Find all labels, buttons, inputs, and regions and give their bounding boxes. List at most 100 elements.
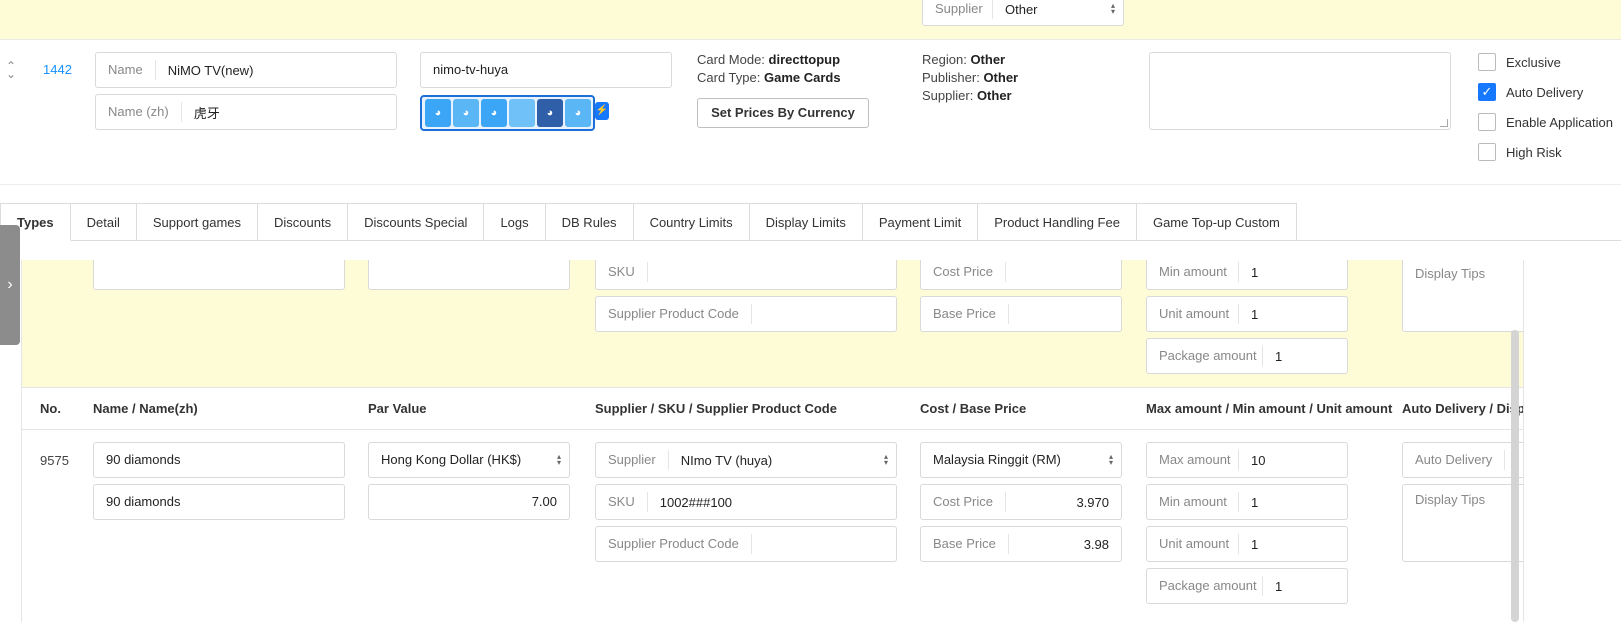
tab-support-games[interactable]: Support games bbox=[136, 203, 259, 241]
name-zh-label: Name (zh) bbox=[96, 102, 182, 122]
checkbox-label: Enable Application bbox=[1506, 114, 1613, 130]
card-mode-value: directtopup bbox=[768, 52, 841, 67]
table-header: No. Name / Name(zh) Par Value Supplier /… bbox=[22, 388, 1523, 430]
col-par-value: Par Value bbox=[368, 401, 427, 416]
collapse-icon[interactable]: ⌃ ⌄ bbox=[6, 60, 16, 80]
row-display-tips-textarea[interactable]: Display Tips bbox=[1402, 484, 1523, 562]
select-caret-icon: ▴ ▾ bbox=[1110, 1, 1115, 16]
tab-product-handling-fee[interactable]: Product Handling Fee bbox=[978, 203, 1137, 241]
new-base-price-field[interactable]: Base Price bbox=[920, 296, 1122, 332]
row-base-price-field[interactable]: Base Price 3.98 bbox=[920, 526, 1122, 562]
enable-application-checkbox[interactable]: Enable Application bbox=[1478, 113, 1613, 131]
max-amount-label: Max amount bbox=[1147, 450, 1239, 470]
package-amount-label: Package amount bbox=[1147, 346, 1263, 366]
supplier-value: NImo TV (huya) bbox=[680, 452, 773, 468]
supplier-label: Supplier bbox=[596, 450, 669, 470]
bot-icon[interactable]: ◕ bbox=[481, 99, 507, 127]
new-package-amount-field[interactable]: Package amount 1 bbox=[1146, 338, 1348, 374]
supplier-code-label: Supplier Product Code bbox=[596, 534, 752, 554]
region-label: Region: bbox=[922, 52, 967, 67]
product-name-zh-field[interactable]: Name (zh) 虎牙 bbox=[95, 94, 397, 130]
new-cost-price-field[interactable]: Cost Price bbox=[920, 260, 1122, 290]
row-name-zh-input[interactable]: 90 diamonds bbox=[93, 484, 345, 520]
row-unit-amount-field[interactable]: Unit amount 1 bbox=[1146, 526, 1348, 562]
product-icon-picker[interactable]: ◕ ◕ ◕ ◕ ◕ ⚡ bbox=[420, 95, 609, 131]
product-name-field[interactable]: Name NiMO TV(new) bbox=[95, 52, 397, 88]
card-info: Card Mode: directtopup Card Type: Game C… bbox=[697, 51, 841, 87]
grid-scrollbar[interactable] bbox=[1511, 330, 1519, 622]
row-number: 9575 bbox=[40, 453, 69, 468]
cost-currency-value: Malaysia Ringgit (RM) bbox=[933, 452, 1061, 467]
tab-db-rules[interactable]: DB Rules bbox=[545, 203, 634, 241]
tab-logs[interactable]: Logs bbox=[484, 203, 546, 241]
unit-amount-label: Unit amount bbox=[1147, 304, 1239, 324]
select-caret-icon: ▴ ▾ bbox=[556, 452, 561, 467]
tab-discounts-special[interactable]: Discounts Special bbox=[348, 203, 485, 241]
sku-value: 1002###100 bbox=[659, 494, 733, 510]
row-supplier-code-field[interactable]: Supplier Product Code bbox=[595, 526, 897, 562]
set-prices-button[interactable]: Set Prices By Currency bbox=[697, 98, 869, 128]
checkbox-icon[interactable] bbox=[1478, 53, 1496, 71]
new-type-row: SKU Supplier Product Code Cost Price Bas… bbox=[22, 260, 1523, 388]
chevron-right-icon[interactable]: › bbox=[0, 225, 20, 345]
new-sku-field[interactable]: SKU bbox=[595, 260, 897, 290]
supplier-filter-select[interactable]: Supplier Other ▴ ▾ bbox=[922, 0, 1124, 26]
checkbox-icon[interactable] bbox=[1478, 143, 1496, 161]
auto-delivery-label: Auto Delivery bbox=[1403, 450, 1506, 470]
row-supplier-select[interactable]: Supplier NImo TV (huya) ▴ ▾ bbox=[595, 442, 897, 478]
new-unit-amount-field[interactable]: Unit amount 1 bbox=[1146, 296, 1348, 332]
row-cost-price-field[interactable]: Cost Price 3.970 bbox=[920, 484, 1122, 520]
exclusive-checkbox[interactable]: Exclusive bbox=[1478, 53, 1561, 71]
card-type-value: Game Cards bbox=[763, 70, 841, 85]
resize-grip-icon[interactable] bbox=[1440, 119, 1448, 127]
tab-bar: Types Detail Support games Discounts Dis… bbox=[0, 203, 1621, 241]
blank-tile-icon[interactable] bbox=[509, 99, 535, 127]
supplier-label: Supplier: bbox=[922, 88, 974, 103]
new-par-value-input[interactable] bbox=[368, 260, 570, 290]
tab-country-limits[interactable]: Country Limits bbox=[633, 203, 750, 241]
bot-icon[interactable]: ◕ bbox=[425, 99, 451, 127]
unit-amount-value: 1 bbox=[1251, 306, 1259, 322]
tab-payment-limit[interactable]: Payment Limit bbox=[862, 203, 979, 241]
checkbox-icon[interactable] bbox=[1478, 113, 1496, 131]
product-id-link[interactable]: 1442 bbox=[43, 62, 72, 77]
package-amount-value: 1 bbox=[1275, 578, 1283, 594]
package-amount-label: Package amount bbox=[1147, 576, 1263, 596]
product-notes-textarea[interactable] bbox=[1149, 52, 1451, 130]
tab-game-topup-custom[interactable]: Game Top-up Custom bbox=[1136, 203, 1297, 241]
name-label: Name bbox=[96, 60, 156, 80]
name-zh-value: 虎牙 bbox=[193, 105, 220, 121]
bot-icon[interactable]: ◕ bbox=[453, 99, 479, 127]
row-max-amount-field[interactable]: Max amount 10 bbox=[1146, 442, 1348, 478]
tab-discounts[interactable]: Discounts bbox=[258, 203, 349, 241]
par-value-input[interactable]: 7.00 bbox=[368, 484, 570, 520]
new-name-input[interactable] bbox=[93, 260, 345, 290]
checkbox-label: High Risk bbox=[1506, 144, 1562, 160]
row-min-amount-field[interactable]: Min amount 1 bbox=[1146, 484, 1348, 520]
high-risk-checkbox[interactable]: High Risk bbox=[1478, 143, 1562, 161]
tab-display-limits[interactable]: Display Limits bbox=[749, 203, 863, 241]
checkmark-icon[interactable]: ✓ bbox=[1478, 83, 1496, 101]
sku-label: SKU bbox=[596, 262, 648, 282]
product-slug-field[interactable]: nimo-tv-huya bbox=[420, 52, 672, 88]
bot-icon[interactable]: ◕ bbox=[565, 99, 591, 127]
col-name: Name / Name(zh) bbox=[93, 401, 198, 416]
bot-icon[interactable]: ◕ bbox=[537, 99, 563, 127]
auto-delivery-checkbox[interactable]: ✓ Auto Delivery bbox=[1478, 83, 1583, 101]
new-min-amount-field[interactable]: Min amount 1 bbox=[1146, 260, 1348, 290]
new-display-tips-textarea[interactable]: Display Tips bbox=[1402, 260, 1523, 332]
tab-detail[interactable]: Detail bbox=[70, 203, 137, 241]
new-supplier-code-field[interactable]: Supplier Product Code bbox=[595, 296, 897, 332]
cost-currency-select[interactable]: Malaysia Ringgit (RM) ▴ ▾ bbox=[920, 442, 1122, 478]
row-name-input[interactable]: 90 diamonds bbox=[93, 442, 345, 478]
sku-label: SKU bbox=[596, 492, 648, 512]
par-currency-select[interactable]: Hong Kong Dollar (HK$) ▴ ▾ bbox=[368, 442, 570, 478]
unit-amount-value: 1 bbox=[1251, 536, 1259, 552]
row-auto-delivery-field[interactable]: Auto Delivery bbox=[1402, 442, 1523, 478]
min-amount-label: Min amount bbox=[1147, 492, 1239, 512]
base-price-label: Base Price bbox=[921, 304, 1009, 324]
row-sku-field[interactable]: SKU 1002###100 bbox=[595, 484, 897, 520]
name-value: NiMO TV(new) bbox=[167, 62, 254, 78]
product-row: ⌃ ⌄ 1442 Name NiMO TV(new) Name (zh) 虎牙 n… bbox=[0, 40, 1621, 185]
row-package-amount-field[interactable]: Package amount 1 bbox=[1146, 568, 1348, 604]
